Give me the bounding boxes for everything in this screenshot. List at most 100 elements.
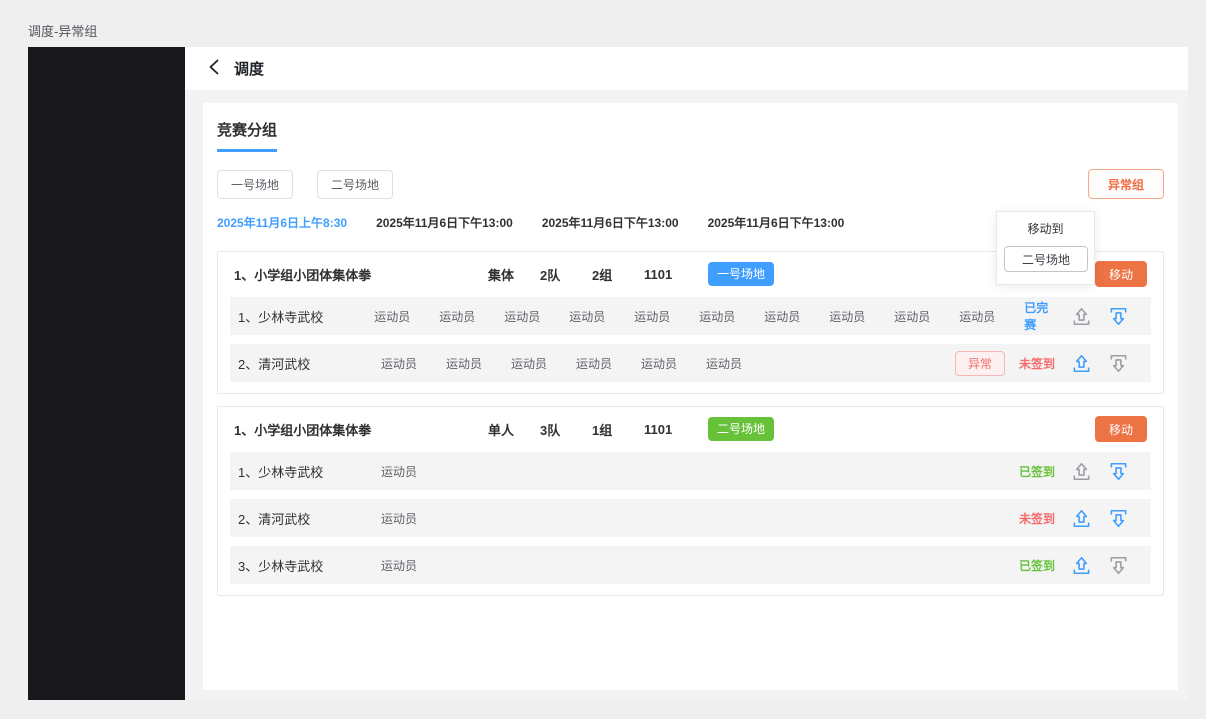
athlete-list: 运动员 [381,557,446,574]
toolbar: 一号场地 二号场地 异常组 [217,169,1164,199]
athlete-chip: 运动员 [504,308,569,325]
group-type: 集体 [488,265,540,284]
date-tab[interactable]: 2025年11月6日下午13:00 [376,214,513,231]
athlete-chip: 运动员 [511,355,576,372]
group-code: 1101 [644,267,708,282]
team-row: 3、少林寺武校 运动员 已签到 [230,546,1151,584]
app-header: 调度 [185,47,1188,90]
move-down-button[interactable] [1108,508,1129,529]
row-actions: 已签到 [1019,555,1129,576]
move-down-button[interactable] [1108,461,1129,482]
left-dark-panel [28,47,185,700]
team-name: 2、清河武校 [238,509,381,528]
popup-venue-option[interactable]: 二号场地 [1004,246,1088,272]
group-code: 1101 [644,422,708,437]
arrow-up-tray-icon [1071,461,1092,482]
team-rows: 1、少林寺武校 运动员运动员运动员运动员运动员运动员运动员运动员运动员运动员 已… [230,297,1151,382]
venue-tab-button[interactable]: 二号场地 [317,170,393,199]
group-team-count: 3队 [540,420,592,439]
athlete-chip: 运动员 [446,355,511,372]
athlete-chip: 运动员 [569,308,634,325]
athlete-chip: 运动员 [576,355,641,372]
row-actions: 异常 未签到 [955,351,1129,376]
move-down-button[interactable] [1108,555,1129,576]
venue-tabs: 一号场地 二号场地 [217,170,417,199]
signin-status: 已签到 [1019,557,1055,574]
move-up-button[interactable] [1071,306,1092,327]
date-tab[interactable]: 2025年11月6日下午13:00 [708,214,845,231]
signin-status: 未签到 [1019,355,1055,372]
arrow-up-tray-icon [1071,353,1092,374]
abnormal-group-button[interactable]: 异常组 [1088,169,1164,199]
signin-status: 已签到 [1019,463,1055,480]
athlete-chip: 运动员 [634,308,699,325]
signin-status: 已完赛 [1024,299,1055,333]
window-title: 调度-异常组 [28,21,97,40]
popup-title: 移动到 [1004,220,1087,237]
athlete-chip: 运动员 [374,308,439,325]
athlete-list: 运动员 [381,463,446,480]
arrow-up-tray-icon [1071,555,1092,576]
page-title: 调度 [234,58,264,79]
team-name: 1、少林寺武校 [238,462,381,481]
venue-badge: 二号场地 [708,417,774,441]
chevron-left-icon [207,59,221,78]
date-tab[interactable]: 2025年11月6日上午8:30 [217,214,347,231]
move-up-button[interactable] [1071,461,1092,482]
team-row: 2、清河武校 运动员运动员运动员运动员运动员运动员 异常 未签到 [230,344,1151,382]
athlete-list: 运动员运动员运动员运动员运动员运动员 [381,355,771,372]
athlete-chip: 运动员 [381,510,446,527]
athlete-chip: 运动员 [959,308,1024,325]
row-actions: 已签到 [1019,461,1129,482]
group-group-count: 1组 [592,420,644,439]
arrow-down-tray-icon [1108,353,1129,374]
athlete-chip: 运动员 [764,308,829,325]
group-name: 1、小学组小团体集体拳 [230,265,488,284]
abnormal-badge: 异常 [955,351,1005,376]
row-actions: 已完赛 [1024,299,1129,333]
signin-status: 未签到 [1019,510,1055,527]
back-button[interactable] [207,59,221,78]
app-frame: 调度 竞赛分组 一号场地 二号场地 异常组 2025年11月6日上午8:30 2… [185,47,1188,700]
venue-tab-button[interactable]: 一号场地 [217,170,293,199]
group-team-count: 2队 [540,265,592,284]
group-type: 单人 [488,420,540,439]
group-header: 1、小学组小团体集体拳 单人 3队 1组 1101 二号场地 移动 [230,415,1151,443]
team-row: 1、少林寺武校 运动员运动员运动员运动员运动员运动员运动员运动员运动员运动员 已… [230,297,1151,335]
arrow-down-tray-icon [1108,508,1129,529]
move-down-button[interactable] [1108,353,1129,374]
arrow-down-tray-icon [1108,555,1129,576]
group-card: 1、小学组小团体集体拳 单人 3队 1组 1101 二号场地 移动 1、少林寺武… [217,406,1164,596]
athlete-list: 运动员运动员运动员运动员运动员运动员运动员运动员运动员运动员 [374,308,1024,325]
move-button[interactable]: 移动 [1095,261,1147,287]
arrow-down-tray-icon [1108,306,1129,327]
athlete-chip: 运动员 [381,463,446,480]
move-up-button[interactable] [1071,555,1092,576]
athlete-chip: 运动员 [641,355,706,372]
move-down-button[interactable] [1108,306,1129,327]
main-panel: 竞赛分组 一号场地 二号场地 异常组 2025年11月6日上午8:30 2025… [203,103,1178,690]
venue-badge: 一号场地 [708,262,774,286]
team-row: 1、少林寺武校 运动员 已签到 [230,452,1151,490]
move-up-button[interactable] [1071,508,1092,529]
team-name: 1、少林寺武校 [238,307,374,326]
arrow-down-tray-icon [1108,461,1129,482]
groups-container: 1、小学组小团体集体拳 集体 2队 2组 1101 一号场地 移动 1、少林寺武… [217,251,1164,596]
athlete-chip: 运动员 [829,308,894,325]
group-group-count: 2组 [592,265,644,284]
move-to-popup: 移动到 二号场地 [996,211,1095,285]
athlete-chip: 运动员 [706,355,771,372]
arrow-up-tray-icon [1071,508,1092,529]
arrow-up-tray-icon [1071,306,1092,327]
group-name: 1、小学组小团体集体拳 [230,420,488,439]
team-rows: 1、少林寺武校 运动员 已签到 [230,452,1151,584]
row-actions: 未签到 [1019,508,1129,529]
move-up-button[interactable] [1071,353,1092,374]
team-name: 3、少林寺武校 [238,556,381,575]
move-button[interactable]: 移动 [1095,416,1147,442]
date-tab[interactable]: 2025年11月6日下午13:00 [542,214,679,231]
section-title: 竞赛分组 [217,119,277,152]
athlete-chip: 运动员 [381,355,446,372]
athlete-chip: 运动员 [439,308,504,325]
team-name: 2、清河武校 [238,354,381,373]
